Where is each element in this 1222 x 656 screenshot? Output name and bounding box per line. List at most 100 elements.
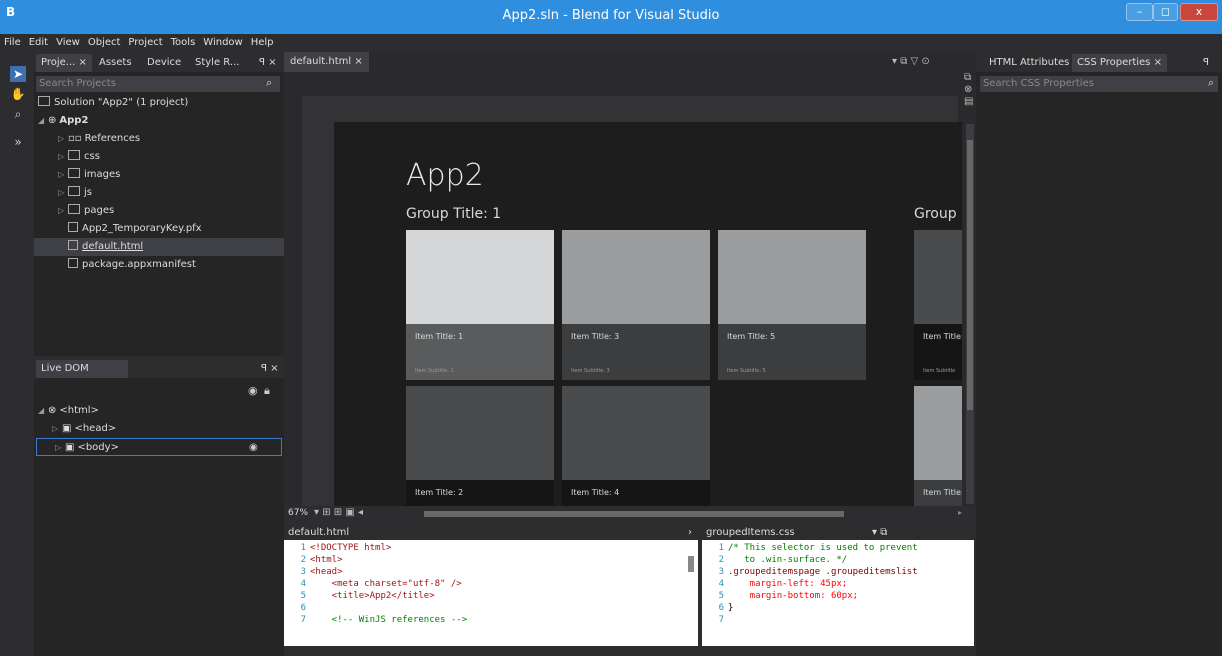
code-line: 4 margin-left: 45px; (718, 579, 848, 589)
title-bar: B App2.sln - Blend for Visual Studio – ◻… (0, 0, 1222, 34)
tile-item-3[interactable]: Item Title: 3 Item Subtitle: 3 (562, 230, 710, 380)
menu-project[interactable]: Project (124, 34, 166, 52)
menu-help[interactable]: Help (247, 34, 278, 52)
file-icon (68, 222, 78, 232)
dom-node-html[interactable]: ◢ ⊗ <html> (34, 402, 284, 420)
globe-icon: ⊕ (48, 115, 57, 126)
expand-arrow-icon: ▷ (55, 443, 62, 452)
eye-icon[interactable]: ◉ (249, 439, 258, 457)
tree-folder-images[interactable]: ▷ images (34, 166, 284, 184)
eye-icon[interactable]: ◉ (248, 384, 258, 397)
tile-image (406, 230, 554, 324)
tab-html-attributes[interactable]: HTML Attributes (984, 54, 1074, 72)
tab-device[interactable]: Device (142, 54, 186, 72)
artboard-area: default.html × ▾ ⧉ ▽ ⊙ ⧉ ⊗ ▤ App2 Group Ti… (284, 52, 976, 522)
tab-live-dom[interactable]: Live DOM (36, 360, 128, 378)
tree-project[interactable]: ◢ ⊕ App2 (34, 112, 284, 130)
selection-tool-icon[interactable]: ➤ (10, 66, 26, 82)
node-icon: ⊗ (48, 405, 57, 416)
menu-edit[interactable]: Edit (25, 34, 52, 52)
lock-icon[interactable]: 🔒︎ (264, 384, 270, 398)
scroll-right-icon[interactable]: ▸ (958, 508, 962, 517)
minimize-button[interactable]: – (1126, 3, 1153, 21)
tile-subtitle: Item Subtitle: 3 (571, 368, 610, 374)
tile-image (914, 386, 962, 480)
maximize-button[interactable]: ◻ (1153, 3, 1178, 21)
search-icon: ⌕ (1208, 76, 1215, 89)
code-line: 3 <head> (300, 567, 343, 577)
dom-node-head[interactable]: ▷ ▣ <head> (34, 420, 284, 438)
code-editor-css[interactable]: groupedItems.css ▾ ⧉ 1/* This selector is… (702, 526, 974, 656)
pin-icon[interactable]: ꟼ (1198, 54, 1214, 72)
pin-close-icon[interactable]: ꟼ × (254, 54, 282, 72)
tile-title: Item Title: 5 (727, 332, 776, 341)
dom-node-body[interactable]: ▷ ▣ <body> ◉ (36, 438, 282, 456)
node-icon: ▣ (62, 423, 72, 434)
app-title: App2 (406, 158, 484, 193)
app-canvas[interactable]: App2 Group Title: 1 Group Item Title: 1 … (334, 122, 962, 522)
code-line: 1/* This selector is used to prevent (718, 543, 918, 553)
tile-item-1[interactable]: Item Title: 1 Item Subtitle: 1 (406, 230, 554, 380)
tree-solution[interactable]: Solution "App2" (1 project) (34, 94, 284, 112)
group-title-2: Group (914, 206, 957, 222)
expand-arrow-icon: ▷ (58, 170, 65, 179)
code-hscrollbar[interactable] (702, 646, 974, 656)
projects-panel: Proje... × Assets Device Style R... ꟼ × … (34, 52, 284, 356)
horizontal-scroll-thumb[interactable] (424, 511, 844, 517)
zoom-level[interactable]: 67% (288, 508, 308, 518)
close-button[interactable]: x (1180, 3, 1218, 21)
split-arrow-icon[interactable]: › (688, 526, 692, 540)
expand-arrow-icon: ▷ (58, 188, 65, 197)
code-scroll-thumb[interactable] (688, 556, 694, 572)
tile-item-2[interactable]: Item Title: 2 (406, 386, 554, 522)
tab-css-properties[interactable]: CSS Properties × (1072, 54, 1167, 72)
tree-file-pfx[interactable]: App2_TemporaryKey.pfx (34, 220, 284, 238)
code-editor-html[interactable]: default.html › 1 <!DOCTYPE html> 2 <html> 3… (284, 526, 698, 656)
menu-bar: File Edit View Object Project Tools Window Help (0, 34, 1222, 52)
pan-tool-icon[interactable]: ✋ (10, 86, 26, 102)
tab-projects[interactable]: Proje... × (36, 54, 92, 72)
pin-close-icon[interactable]: ꟼ × (256, 360, 284, 378)
tile-subtitle: Item Subtitle: 5 (727, 368, 766, 374)
tile-item-4[interactable]: Item Title: 4 (562, 386, 710, 522)
zoom-tool-icon[interactable]: ⌕ (10, 106, 26, 122)
tab-assets[interactable]: Assets (94, 54, 137, 72)
scrollbar-thumb[interactable] (967, 140, 973, 410)
manifest-file-icon (68, 258, 78, 268)
tree-file-manifest[interactable]: package.appxmanifest (34, 256, 284, 274)
collapse-arrow-icon: ◢ (38, 406, 45, 415)
references-icon: ▫▫ (68, 133, 82, 144)
expand-tools-icon[interactable]: » (10, 134, 26, 150)
file-dropdown-icon[interactable]: ▾ ⧉ (872, 526, 887, 540)
menu-view[interactable]: View (52, 34, 84, 52)
menu-window[interactable]: Window (199, 34, 246, 52)
tree-folder-js[interactable]: ▷ js (34, 184, 284, 202)
tile-item-5[interactable]: Item Title: 5 Item Subtitle: 5 (718, 230, 866, 380)
search-icon: ⌕ (266, 76, 273, 89)
tile-item-partial-2[interactable]: Item Title: (914, 386, 962, 522)
view-options-icons[interactable]: ▾ ⧉ ▽ ⊙ (892, 56, 930, 67)
tree-file-default-html[interactable]: default.html (34, 238, 284, 256)
artboard-side-icons[interactable]: ⧉ ⊗ ▤ (964, 72, 976, 108)
tab-style-resources[interactable]: Style R... (190, 54, 244, 72)
folder-icon (68, 150, 80, 160)
tile-item-partial-1[interactable]: Item Title: Item Subtitle (914, 230, 962, 380)
code-line: 4 <meta charset="utf-8" /> (300, 579, 462, 589)
menu-file[interactable]: File (0, 34, 25, 52)
search-css-properties-input[interactable]: Search CSS Properties (980, 76, 1218, 92)
view-grid-icons[interactable]: ▾ ⊞ ⊞ ▣ ◂ (314, 507, 363, 518)
tile-subtitle: Item Subtitle: 1 (415, 368, 454, 374)
tile-image (562, 386, 710, 480)
code-hscrollbar[interactable] (284, 646, 698, 656)
tree-folder-pages[interactable]: ▷ pages (34, 202, 284, 220)
live-dom-panel: Live DOM ꟼ × ◉ 🔒︎ ◢ ⊗ <html> ▷ ▣ <head> ▷ ▣ <b… (34, 358, 284, 656)
tree-references[interactable]: ▷ ▫▫ References (34, 130, 284, 148)
code-editor-header: groupedItems.css ▾ ⧉ (702, 526, 974, 540)
live-dom-header: Live DOM ꟼ × (34, 358, 284, 378)
artboard-vertical-scrollbar[interactable] (966, 124, 974, 504)
menu-tools[interactable]: Tools (167, 34, 200, 52)
doc-tab-default-html[interactable]: default.html × (284, 52, 369, 72)
menu-object[interactable]: Object (84, 34, 125, 52)
tree-folder-css[interactable]: ▷ css (34, 148, 284, 166)
search-projects-input[interactable]: Search Projects (36, 76, 280, 92)
